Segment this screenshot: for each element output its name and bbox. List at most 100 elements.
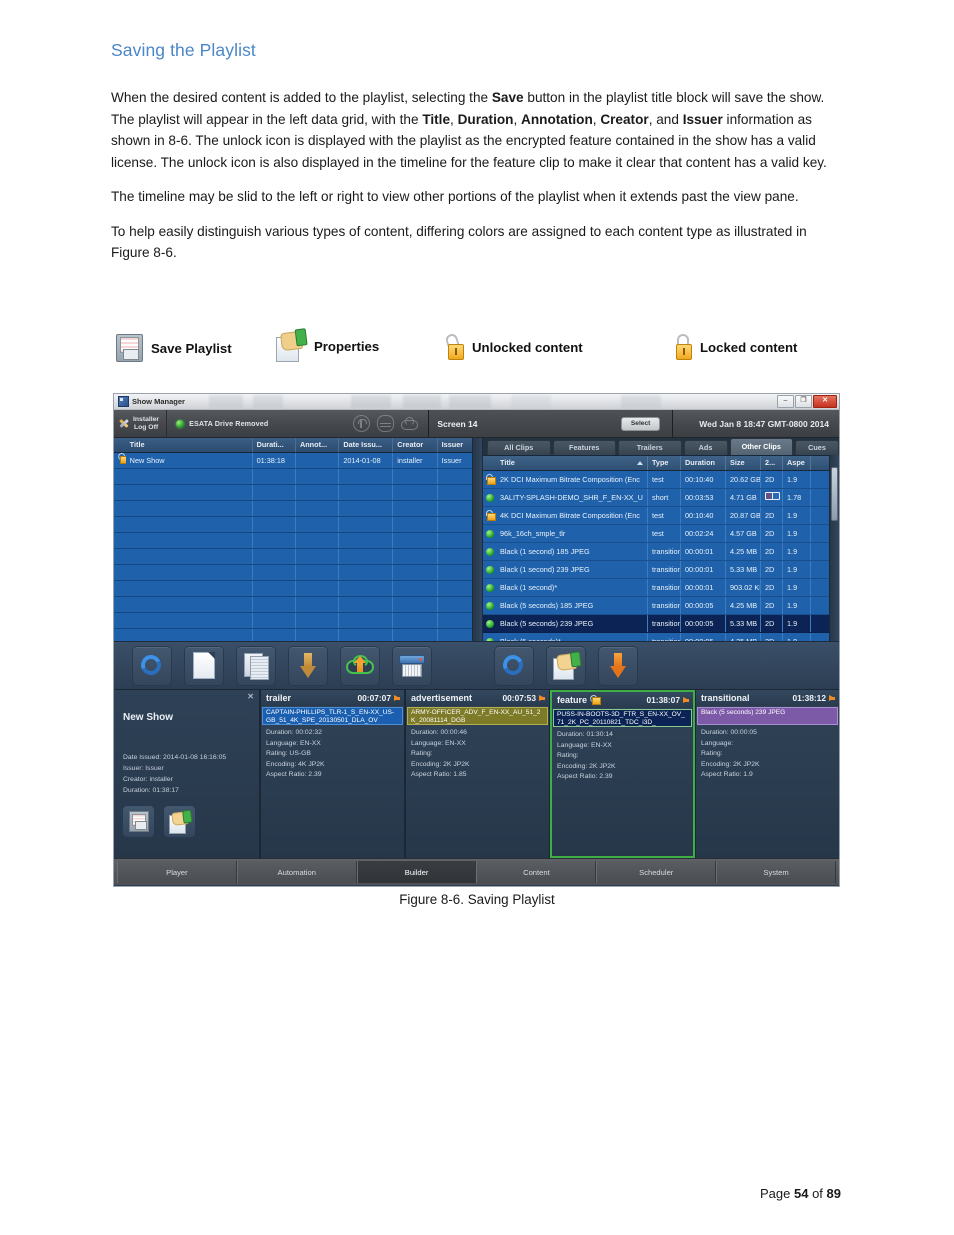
content-row[interactable]: 3ALITY-SPLASH-DEMO_SHR_F_EN-XX_U short 00:… [483, 489, 839, 507]
playlist-row-empty[interactable] [114, 597, 482, 613]
content-row[interactable]: 96k_16ch_smple_tlr test 00:02:24 4.57 GB 2D 1… [483, 525, 839, 543]
content-properties-button[interactable] [546, 645, 586, 686]
tab-ads[interactable]: Ads [683, 440, 728, 455]
download-arrow-icon [300, 652, 316, 679]
clip-name-bar[interactable]: CAPTAIN-PHILLIPS_TLR-1_S_EN-XX_US-GB_51_… [262, 707, 403, 725]
playlist-col-duration[interactable]: Durati... [253, 438, 296, 452]
clip-encoding: Encoding: 2K JP2K [557, 762, 616, 770]
clip-name-bar[interactable]: Black (5 seconds) 239 JPEG [697, 707, 838, 725]
clip-duration: Duration: 00:00:46 [411, 729, 467, 736]
playlist-row-empty[interactable] [114, 565, 482, 581]
content-row-size: 5.33 MB [726, 615, 761, 632]
clip-timecode: 01:38:12 [792, 693, 835, 703]
content-col-type[interactable]: Type [648, 456, 681, 470]
content-row[interactable]: Black (5 seconds) 239 JPEG transition 00:0… [483, 615, 839, 633]
playlist-col-creator[interactable]: Creator [393, 438, 438, 452]
playlist-col-date-issued[interactable]: Date Issu... [339, 438, 394, 452]
playlist-row-empty[interactable] [114, 533, 482, 549]
content-col-aspect[interactable]: Aspe [783, 456, 811, 470]
maximize-button[interactable]: ❐ [795, 395, 812, 408]
nav-scheduler[interactable]: Scheduler [596, 861, 717, 883]
content-row[interactable]: Black (1 second)* transition 00:00:01 903.0… [483, 579, 839, 597]
tab-all-clips[interactable]: All Clips [487, 440, 551, 455]
clip-name-bar[interactable]: PUSS-IN-BOOTS-3D_FTR_S_EN-XX_OV_71_2K_PC… [553, 709, 692, 727]
content-row[interactable]: 2K DCI Maximum Bitrate Composition (Enc t… [483, 471, 839, 489]
minimize-button[interactable]: – [777, 395, 794, 408]
refresh-button[interactable] [132, 645, 172, 686]
tab-trailers[interactable]: Trailers [618, 440, 682, 455]
content-col-title[interactable]: Title [496, 456, 648, 470]
playlist-row[interactable]: New Show 01:38:18 2014-01-08 installer Issue… [114, 453, 482, 469]
close-button[interactable]: ✕ [813, 395, 837, 408]
playlist-row-empty[interactable] [114, 469, 482, 485]
playlist-row-empty[interactable] [114, 501, 482, 517]
tab-cues[interactable]: Cues [795, 440, 839, 455]
close-icon[interactable]: ✕ [247, 693, 254, 701]
content-row[interactable]: Black (1 second) 239 JPEG transition 00:00… [483, 561, 839, 579]
select-button[interactable]: Select [620, 416, 661, 431]
locked-padlock-icon [674, 334, 692, 360]
clip-aspect-ratio: Aspect Ratio: 1.9 [701, 771, 753, 778]
add-to-playlist-button[interactable] [598, 645, 638, 686]
content-row[interactable]: Black (1 second) 185 JPEG transition 00:00… [483, 543, 839, 561]
content-col-size[interactable]: Size [726, 456, 761, 470]
content-scrollbar[interactable] [829, 455, 839, 641]
nav-content[interactable]: Content [476, 861, 597, 883]
content-col-duration[interactable]: Duration [681, 456, 726, 470]
user-logoff-button[interactable]: Installer Log Off [114, 410, 168, 437]
save-playlist-button[interactable] [122, 805, 155, 838]
page-title: Saving the Playlist [111, 40, 256, 60]
window-title-bar: Show Manager – ❐ ✕ [114, 394, 839, 410]
legend-label-properties: Properties [314, 338, 380, 354]
legend-properties: Properties [276, 330, 380, 362]
status-indicator: ESATA Drive Removed [167, 419, 268, 428]
new-playlist-button[interactable] [184, 645, 224, 686]
bottom-navigation: Player Automation Builder Content Scheduler S… [114, 858, 839, 885]
status-dot-icon [485, 547, 494, 556]
content-row-size: 5.33 MB [726, 561, 761, 578]
clip-language: Language: EN-XX [266, 739, 321, 747]
playlist-row-empty[interactable] [114, 613, 482, 629]
playlist-scrollbar[interactable] [472, 438, 482, 641]
content-row-dimension: 2D [761, 543, 783, 560]
copy-playlist-button[interactable] [236, 645, 276, 686]
nav-automation[interactable]: Automation [236, 861, 357, 883]
playlist-row-empty[interactable] [114, 517, 482, 533]
app-icon [118, 396, 129, 407]
content-col-dimension[interactable]: 2... [761, 456, 783, 470]
playlist-row-duration: 01:38:18 [253, 453, 296, 468]
timeline-clip-trailer[interactable]: trailer 00:07:07 CAPTAIN-PHILLIPS_TLR-1_S_… [260, 690, 405, 858]
timeline-show-block[interactable]: ✕ New Show Date Issued: 2014-01-08 16:16… [114, 690, 260, 858]
delete-playlist-button[interactable] [392, 645, 432, 686]
show-issuer: Issuer: Issuer [123, 765, 164, 772]
nav-player[interactable]: Player [117, 861, 237, 883]
content-row-title: Black (1 second) 239 JPEG [496, 561, 648, 578]
playlist-row-empty[interactable] [114, 549, 482, 565]
nav-system[interactable]: System [716, 861, 836, 883]
content-row-duration: 00:00:01 [681, 561, 726, 578]
playlist-col-title[interactable]: Title [126, 438, 253, 452]
show-properties-button[interactable] [163, 805, 196, 838]
scrollbar-thumb[interactable] [831, 467, 838, 521]
clip-rating: Rating: [411, 750, 433, 757]
upload-playlist-button[interactable] [340, 645, 380, 686]
content-row[interactable]: 4K DCI Maximum Bitrate Composition (Enc t… [483, 507, 839, 525]
content-row-duration: 00:00:01 [681, 543, 726, 560]
tab-other-clips[interactable]: Other Clips [729, 438, 793, 455]
timeline-clip-feature[interactable]: feature 01:38:07 PUSS-IN-BOOTS-3D_FTR_S_EN… [550, 690, 695, 858]
download-playlist-button[interactable] [288, 645, 328, 686]
timeline-clip-transitional[interactable]: transitional 01:38:12 Black (5 seconds) 23… [695, 690, 839, 858]
nav-builder[interactable]: Builder [356, 861, 477, 883]
clip-name-bar[interactable]: ARMY-OFFICER_ADV_F_EN-XX_AU_51_2K_200811… [407, 707, 548, 725]
playlist-row-empty[interactable] [114, 485, 482, 501]
content-refresh-button[interactable] [494, 645, 534, 686]
shredder-icon [399, 653, 425, 679]
playlist-row-empty[interactable] [114, 581, 482, 597]
status-dot-icon [485, 493, 494, 502]
playlist-col-annotation[interactable]: Annot... [296, 438, 340, 452]
clip-encoding: Encoding: 4K JP2K [266, 760, 325, 768]
content-row[interactable]: Black (5 seconds) 185 JPEG transition 00:0… [483, 597, 839, 615]
legend-locked-content: Locked content [674, 334, 797, 360]
timeline-clip-advertisement[interactable]: advertisement 00:07:53 ARMY-OFFICER_ADV_F_… [405, 690, 550, 858]
tab-features[interactable]: Features [552, 440, 616, 455]
